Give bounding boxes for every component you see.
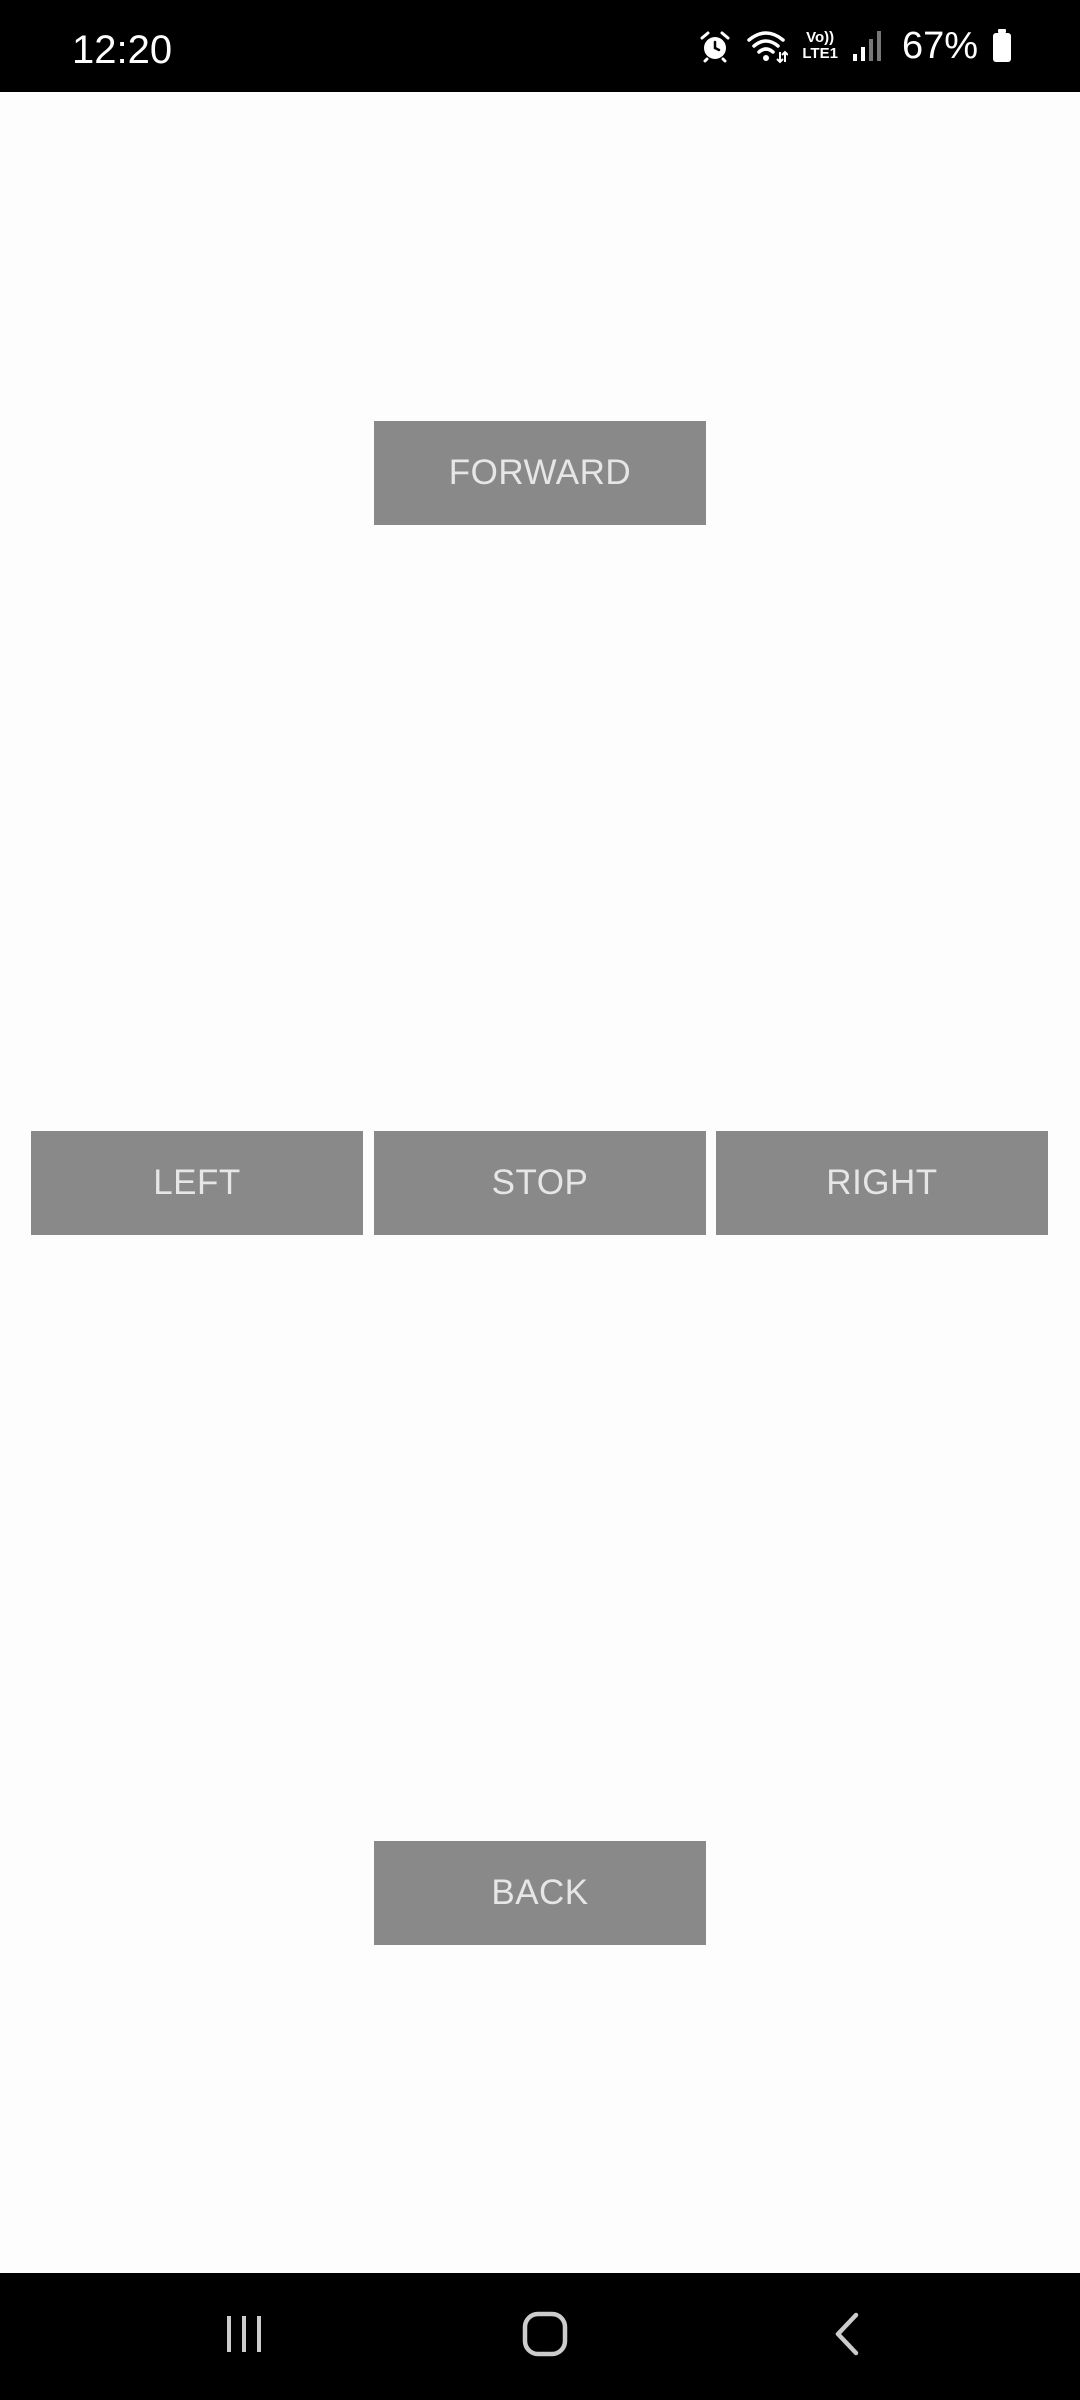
navigation-bar <box>0 2273 1080 2400</box>
recents-icon <box>222 2312 266 2361</box>
stop-button[interactable]: STOP <box>374 1131 706 1235</box>
signal-icon <box>852 30 882 62</box>
recents-button[interactable] <box>199 2301 289 2371</box>
home-icon <box>521 2310 569 2363</box>
lte-label: LTE1 <box>802 45 838 62</box>
alarm-icon <box>698 29 732 63</box>
back-nav-button[interactable] <box>803 2301 893 2371</box>
back-button[interactable]: BACK <box>374 1841 706 1945</box>
volte-label: Vo)) <box>806 29 835 46</box>
battery-percent: 67% <box>901 25 978 67</box>
status-icons: Vo)) LTE1 67% <box>698 22 1012 70</box>
home-button[interactable] <box>500 2301 590 2371</box>
right-button[interactable]: RIGHT <box>716 1131 1048 1235</box>
controller-screen: FORWARD LEFT STOP RIGHT BACK <box>0 92 1080 2273</box>
back-icon <box>828 2310 868 2363</box>
status-time: 12:20 <box>72 28 173 72</box>
left-button[interactable]: LEFT <box>31 1131 363 1235</box>
status-bar: 12:20 Vo)) LTE1 67% <box>0 0 1080 92</box>
forward-button[interactable]: FORWARD <box>374 421 706 525</box>
wifi-icon <box>746 28 789 64</box>
network-type-label: Vo)) LTE1 <box>802 30 838 62</box>
battery-icon <box>992 29 1012 63</box>
